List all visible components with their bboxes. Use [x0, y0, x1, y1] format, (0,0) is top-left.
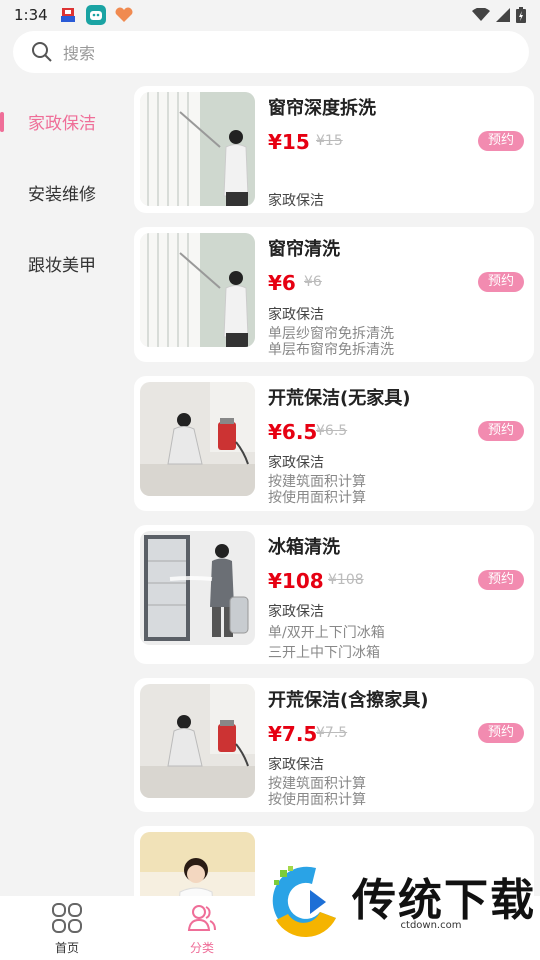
nav-category[interactable]: 分类 [162, 902, 242, 956]
product-desc-line: 按建筑面积计算 [268, 474, 366, 490]
status-icons [472, 7, 526, 23]
status-bar: 1:34 [0, 0, 540, 30]
product-card[interactable]: 冰箱清洗 ¥108 ¥108 预约 家政保洁 单/双开上下门冰箱 三开上中下门冰… [134, 525, 534, 664]
sidebar-item-makeup[interactable]: 跟妆美甲 [0, 228, 128, 299]
product-card[interactable]: 窗帘深度拆洗 ¥15 ¥15 预约 家政保洁 [134, 86, 534, 213]
wifi-icon [472, 8, 490, 21]
product-desc: 单/双开上下门冰箱 三开上中下门冰箱 [268, 623, 385, 663]
product-price: ¥6 [268, 271, 296, 295]
user-group-icon [187, 905, 216, 931]
product-desc-line: 单层布窗帘免拆清洗 [268, 342, 394, 358]
search-icon [32, 42, 52, 62]
watermark-logo-icon [272, 866, 336, 938]
product-image [140, 684, 255, 798]
product-desc-line: 按使用面积计算 [268, 490, 366, 506]
product-desc: 单层纱窗帘免拆清洗 单层布窗帘免拆清洗 [268, 326, 394, 358]
product-desc-line: 单层纱窗帘免拆清洗 [268, 326, 394, 342]
book-button[interactable]: 预约 [478, 723, 524, 743]
product-original-price: ¥108 [328, 572, 364, 588]
book-button[interactable]: 预约 [478, 131, 524, 151]
home-grid-icon [52, 903, 82, 933]
product-category: 家政保洁 [268, 757, 324, 773]
product-category: 家政保洁 [268, 604, 324, 620]
book-button[interactable]: 预约 [478, 421, 524, 441]
product-title: 冰箱清洗 [268, 537, 340, 558]
product-price: ¥108 [268, 569, 324, 593]
product-card[interactable]: 开荒保洁(无家具) ¥6.5 ¥6.5 预约 家政保洁 按建筑面积计算 按使用面… [134, 376, 534, 511]
product-category: 家政保洁 [268, 193, 324, 209]
product-original-price: ¥6.5 [316, 423, 348, 439]
product-desc-line: 三开上中下门冰箱 [268, 645, 380, 661]
product-desc-line: 单/双开上下门冰箱 [268, 625, 385, 641]
product-category: 家政保洁 [268, 307, 324, 323]
search-bar[interactable]: 搜索 [13, 31, 529, 73]
nav-home[interactable]: 首页 [27, 902, 107, 956]
watermark-url: ctdown.com [400, 920, 462, 931]
product-title: 窗帘深度拆洗 [268, 98, 376, 119]
product-list: 窗帘深度拆洗 ¥15 ¥15 预约 家政保洁 窗帘清洗 ¥6 ¥6 预约 家政保… [128, 86, 540, 896]
book-button[interactable]: 预约 [478, 272, 524, 292]
nav-category-label: 分类 [189, 941, 214, 955]
product-original-price: ¥7.5 [316, 725, 348, 741]
product-card[interactable]: 开荒保洁(含擦家具) ¥7.5 ¥7.5 预约 家政保洁 按建筑面积计算 按使用… [134, 678, 534, 812]
product-image [140, 832, 255, 896]
robot-app-icon [85, 5, 106, 25]
book-button[interactable]: 预约 [478, 570, 524, 590]
product-card[interactable]: 窗帘清洗 ¥6 ¥6 预约 家政保洁 单层纱窗帘免拆清洗 单层布窗帘免拆清洗 [134, 227, 534, 362]
product-price: ¥7.5 [268, 722, 318, 746]
nav-home-label: 首页 [54, 941, 79, 955]
product-desc-line: 按建筑面积计算 [268, 776, 366, 792]
product-original-price: ¥6 [304, 274, 322, 290]
status-time: 1:34 [14, 6, 48, 24]
app-notification-icon [58, 5, 78, 25]
product-title: 开荒保洁(含擦家具) [268, 690, 429, 711]
product-desc-line: 按使用面积计算 [268, 792, 366, 808]
category-sidebar: 家政保洁 安装维修 跟妆美甲 [0, 86, 128, 896]
signal-icon [496, 8, 510, 22]
battery-icon [516, 7, 526, 23]
product-original-price: ¥15 [316, 133, 343, 149]
product-title: 窗帘清洗 [268, 239, 340, 260]
heart-app-icon [114, 5, 134, 25]
product-image [140, 233, 255, 347]
product-price: ¥15 [268, 130, 310, 154]
sidebar-item-housekeeping[interactable]: 家政保洁 [0, 86, 128, 157]
search-input[interactable]: 搜索 [63, 40, 95, 64]
product-image [140, 92, 255, 206]
product-desc: 按建筑面积计算 按使用面积计算 [268, 776, 366, 808]
sidebar-item-installation[interactable]: 安装维修 [0, 157, 128, 228]
product-image [140, 531, 255, 645]
product-category: 家政保洁 [268, 455, 324, 471]
watermark: 传统下载 ctdown.com [266, 862, 534, 942]
product-title: 开荒保洁(无家具) [268, 388, 411, 409]
product-image [140, 382, 255, 496]
watermark-title: 传统下载 [352, 875, 536, 926]
product-desc: 按建筑面积计算 按使用面积计算 [268, 474, 366, 506]
product-price: ¥6.5 [268, 420, 318, 444]
